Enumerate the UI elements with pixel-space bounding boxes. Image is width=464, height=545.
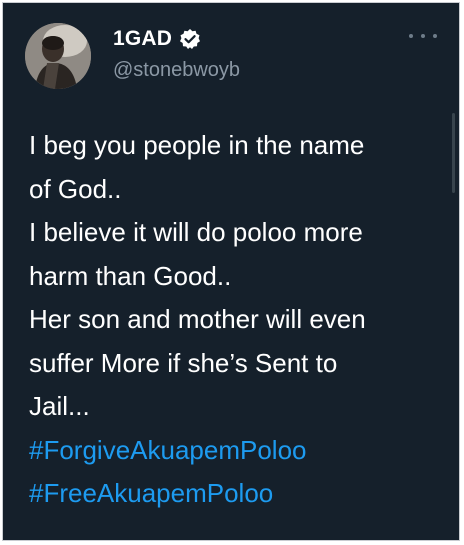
tweet-text-line: I beg you people in the name [29,130,365,160]
handle[interactable]: @stonebwoyb [113,59,240,82]
more-dot [433,34,437,38]
tweet-text: I beg you people in the name of God.. I … [29,124,443,516]
scrollbar[interactable] [452,113,455,193]
hashtag-link[interactable]: #ForgiveAkuapemPoloo [29,429,443,473]
tweet-text-line: of God.. [29,173,122,204]
verified-badge-icon [179,28,201,50]
more-dot [421,34,425,38]
avatar[interactable] [25,23,91,89]
display-name[interactable]: 1GAD [113,27,172,51]
tweet-text-line: Jail... [29,391,90,421]
tweet-text-line: harm than Good.. [29,260,232,291]
display-name-row: 1GAD [113,25,240,53]
tweet-text-line: suffer More if she’s Sent to [29,347,338,378]
more-dot [409,34,413,38]
tweet-text-line: Her son and mother will even [29,304,366,334]
tweet-header: 1GAD @stonebwoyb [25,23,439,95]
tweet-card: 1GAD @stonebwoyb I beg you people in the… [2,2,460,541]
avatar-photo [25,23,91,89]
hashtag-link[interactable]: #FreeAkuapemPoloo [29,472,443,516]
author-names: 1GAD @stonebwoyb [113,25,240,82]
tweet-text-line: I believe it will do poloo more [29,217,363,247]
more-options-icon[interactable] [409,29,437,43]
